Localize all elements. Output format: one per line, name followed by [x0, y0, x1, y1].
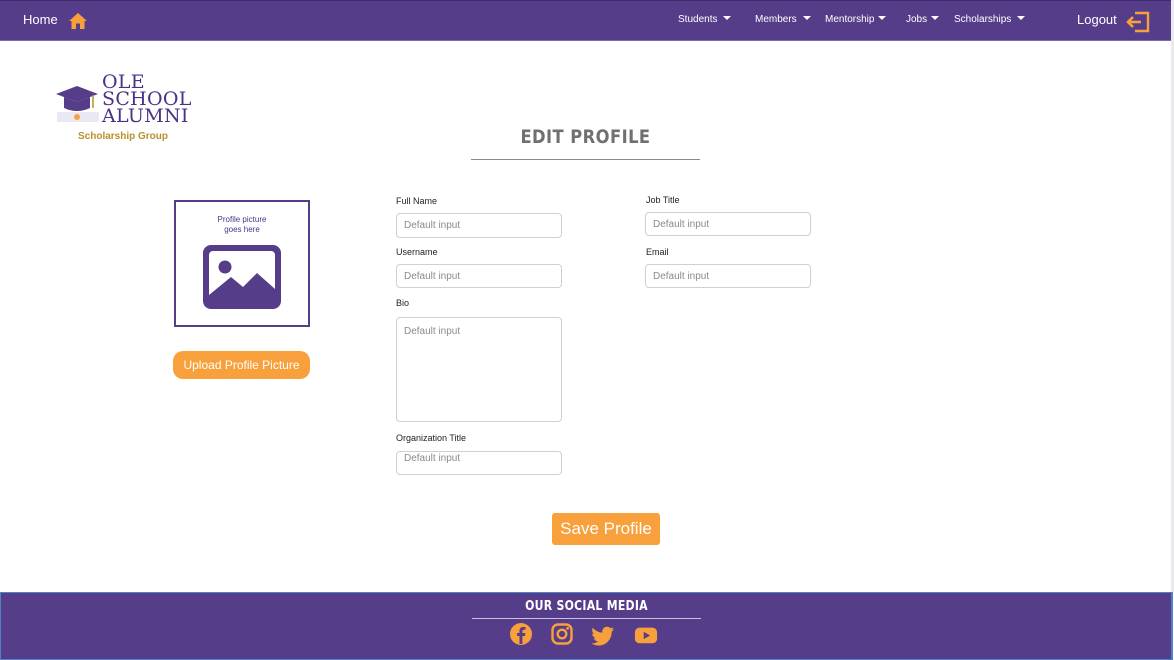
- nav-members-dropdown[interactable]: Members: [755, 14, 811, 25]
- save-profile-button[interactable]: Save Profile: [552, 513, 660, 545]
- chevron-down-icon: [931, 16, 940, 20]
- nav-home-link[interactable]: Home: [23, 12, 58, 27]
- email-input[interactable]: [645, 264, 811, 288]
- nav-mentorship-label: Mentorship: [825, 14, 875, 25]
- nav-jobs-label: Jobs: [906, 14, 928, 25]
- logout-icon[interactable]: [1126, 11, 1150, 33]
- logo-line-3: ALUMNI: [102, 105, 189, 127]
- home-icon[interactable]: [68, 11, 88, 31]
- nav-students-dropdown[interactable]: Students: [678, 14, 732, 25]
- profile-picture-placeholder: Profile picture goes here: [174, 200, 310, 327]
- username-label: Username: [396, 247, 438, 257]
- logout-link[interactable]: Logout: [1077, 12, 1117, 27]
- twitter-icon[interactable]: [591, 624, 615, 648]
- nav-students-label: Students: [678, 14, 718, 25]
- chevron-down-icon: [723, 16, 732, 20]
- caption-line-1: Profile picture: [217, 215, 267, 224]
- profile-picture-caption: Profile picture goes here: [176, 215, 308, 235]
- nav-scholarships-dropdown[interactable]: Scholarships: [954, 14, 1026, 25]
- title-divider: [471, 159, 700, 160]
- chevron-down-icon: [802, 16, 811, 20]
- email-label: Email: [646, 247, 669, 257]
- logo-wordmark: OLE SCHOOL ALUMNI: [102, 73, 192, 127]
- instagram-icon[interactable]: [550, 622, 574, 646]
- job-title-label: Job Title: [646, 195, 680, 205]
- page-title: EDIT PROFILE: [520, 126, 651, 148]
- graduation-cap-icon: [56, 86, 99, 122]
- job-title-input[interactable]: [645, 212, 811, 236]
- full-name-input[interactable]: [396, 213, 562, 238]
- image-placeholder-icon: [203, 245, 281, 309]
- facebook-icon[interactable]: [509, 622, 533, 646]
- chevron-down-icon: [1017, 16, 1026, 20]
- bio-label: Bio: [396, 298, 410, 308]
- organization-title-input[interactable]: [396, 451, 562, 475]
- nav-mentorship-dropdown[interactable]: Mentorship: [825, 14, 887, 25]
- nav-scholarships-label: Scholarships: [954, 14, 1012, 25]
- bio-textarea[interactable]: [396, 317, 562, 422]
- logo-subtitle: Scholarship Group: [78, 131, 169, 142]
- site-footer: OUR SOCIAL MEDIA: [0, 592, 1173, 660]
- nav-members-label: Members: [755, 14, 797, 25]
- nav-jobs-dropdown[interactable]: Jobs: [906, 14, 940, 25]
- chevron-down-icon: [878, 16, 887, 20]
- caption-line-2: goes here: [224, 225, 260, 234]
- organization-title-label: Organization Title: [396, 433, 467, 443]
- footer-divider: [472, 618, 701, 619]
- youtube-icon[interactable]: [634, 623, 658, 647]
- top-navbar: Home Students Members Mentorship Jobs Sc…: [0, 0, 1171, 41]
- footer-title: OUR SOCIAL MEDIA: [525, 599, 648, 614]
- username-input[interactable]: [396, 264, 562, 288]
- upload-profile-picture-button[interactable]: Upload Profile Picture: [173, 351, 310, 379]
- full-name-label: Full Name: [396, 196, 438, 206]
- brand-logo[interactable]: OLE SCHOOL ALUMNI Scholarship Group: [55, 73, 205, 146]
